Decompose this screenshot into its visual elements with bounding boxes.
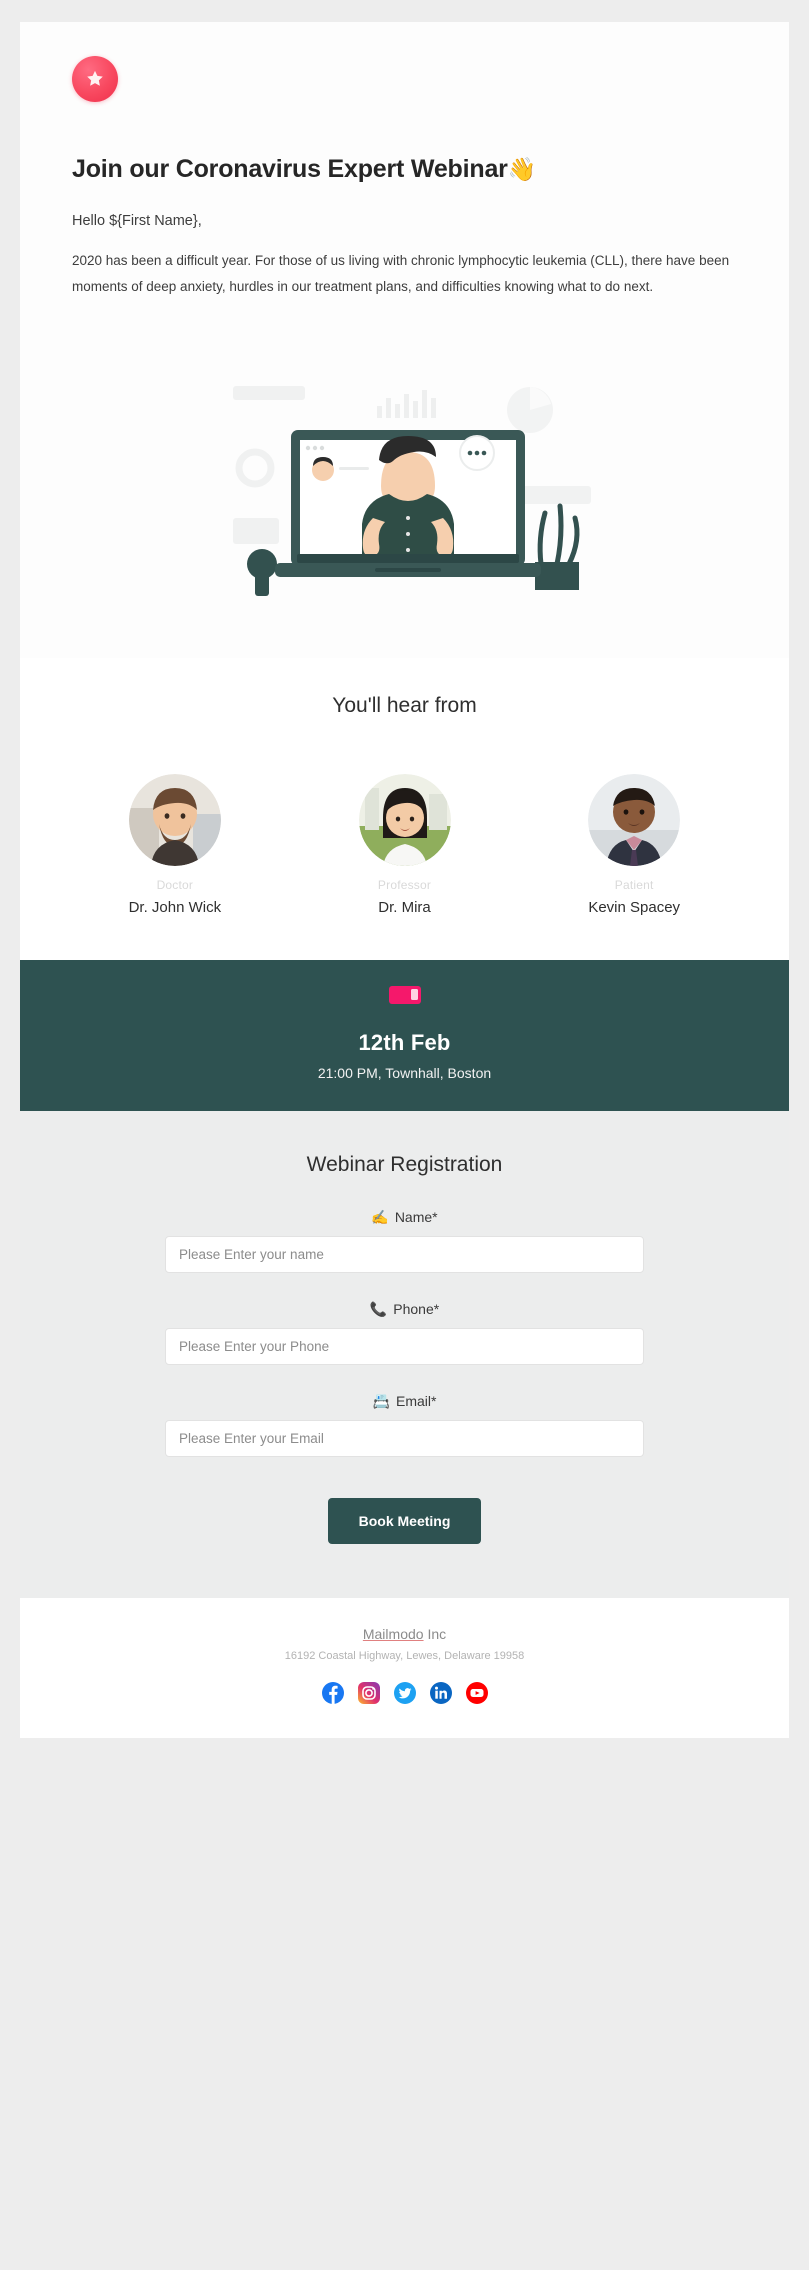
hero-title-text: Join our Coronavirus Expert Webinar [72,155,508,183]
speaker-card: Professor Dr. Mira [290,773,520,916]
email-page: Join our Coronavirus Expert Webinar👋 Hel… [0,0,809,2270]
speaker-avatar-1 [128,773,221,866]
email-input[interactable] [165,1419,644,1457]
speaker-role: Patient [614,877,654,892]
speakers-section: You'll hear from Doctor Dr. John Wick Pr… [20,657,789,960]
email-footer: Mailmodo Inc 16192 Coastal Highway, Lewe… [20,1597,789,1738]
linkedin-icon[interactable] [429,1681,452,1704]
hero-section: Join our Coronavirus Expert Webinar👋 Hel… [20,22,789,346]
body-paragraph: 2020 has been a difficult year. For thos… [72,253,730,294]
phone-field-label: 📞 Phone* [165,1301,644,1317]
youtube-icon[interactable] [465,1681,488,1704]
brand-logo [72,56,118,102]
registration-form-section: Webinar Registration ✍️ Name* 📞 Phone* 📇… [20,1110,789,1598]
speaker-row: Doctor Dr. John Wick Professor Dr. Mira … [60,773,749,916]
event-date: 12th Feb [358,1029,451,1055]
form-title: Webinar Registration [306,1152,503,1176]
speaker-card: Patient Kevin Spacey [519,773,749,916]
speaker-avatar-2 [358,773,451,866]
speaker-avatar-3 [588,773,681,866]
email-card-icon: 📇 [372,1392,390,1409]
phone-label-text: Phone* [393,1300,440,1317]
telephone-icon: 📞 [369,1300,388,1317]
book-meeting-button[interactable]: Book Meeting [327,1497,482,1544]
footer-brand-link[interactable]: Mailmodo [363,1626,424,1642]
event-details: 21:00 PM, Townhall, Boston [317,1064,492,1081]
speaker-name: Kevin Spacey [588,898,681,916]
phone-input[interactable] [165,1327,644,1365]
name-field-label: ✍️ Name* [165,1209,644,1225]
star-badge-icon [84,68,106,90]
name-label-text: Name* [394,1208,438,1225]
speaker-role: Professor [377,877,432,892]
footer-company: Mailmodo Inc [40,1626,769,1642]
writing-hand-icon: ✍️ [371,1208,389,1225]
illustration-container [20,345,789,658]
speakers-title: You'll hear from [332,693,477,717]
ticket-icon [388,985,421,1004]
social-links [40,1681,769,1704]
footer-address: 16192 Coastal Highway, Lewes, Delaware 1… [284,1649,525,1662]
speaker-card: Doctor Dr. John Wick [60,773,290,916]
speaker-name: Dr. Mira [378,898,431,916]
email-label-text: Email* [395,1392,437,1409]
name-input[interactable] [165,1235,644,1273]
twitter-icon[interactable] [393,1681,416,1704]
speaker-role: Doctor [156,877,194,892]
footer-company-suffix: Inc [423,1625,447,1642]
email-body: Join our Coronavirus Expert Webinar👋 Hel… [20,22,789,1738]
speaker-name: Dr. John Wick [128,898,222,916]
webinar-laptop-illustration [204,367,605,618]
email-field-label: 📇 Email* [165,1393,644,1409]
facebook-icon[interactable] [321,1681,344,1704]
greeting-text: Hello ${First Name}, [72,213,202,229]
event-banner: 12th Feb 21:00 PM, Townhall, Boston [20,959,789,1111]
hero-title: Join our Coronavirus Expert Webinar👋 [72,154,737,184]
instagram-icon[interactable] [357,1681,380,1704]
waving-hand-icon: 👋 [507,156,537,182]
